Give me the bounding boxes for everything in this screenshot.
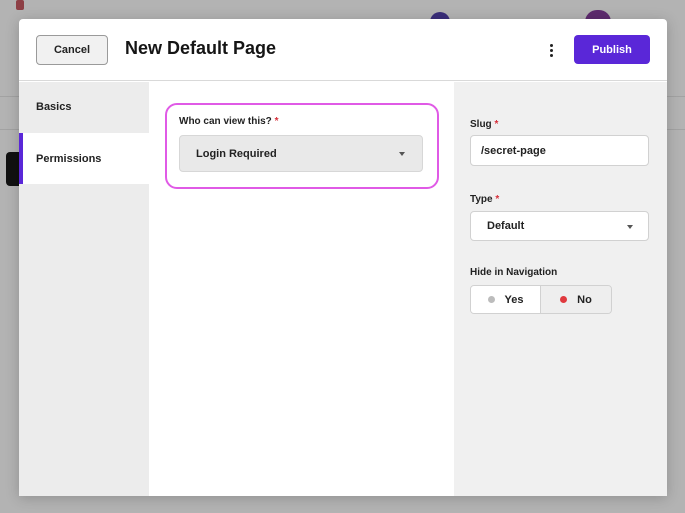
slug-label-text: Slug [470, 119, 492, 130]
no-label: No [577, 293, 592, 306]
hide-navigation-yes[interactable]: Yes [471, 286, 541, 313]
modal-tabs: Basics Permissions [19, 82, 149, 496]
type-label-text: Type [470, 194, 493, 205]
view-permission-value: Login Required [196, 147, 277, 160]
chevron-down-icon [399, 152, 405, 156]
settings-sidebar: Slug * Type * Default Hide in Navigation… [454, 82, 667, 496]
view-permission-label: Who can view this? * [179, 116, 278, 127]
cancel-button[interactable]: Cancel [36, 35, 108, 65]
publish-button[interactable]: Publish [574, 35, 650, 64]
modal-title: New Default Page [125, 38, 277, 58]
radio-dot-icon [560, 296, 568, 303]
new-page-modal: Cancel New Default Page Publish Basics P… [19, 19, 667, 496]
hide-navigation-toggle: Yes No [470, 285, 612, 314]
radio-dot-icon [487, 296, 495, 303]
modal-header: Cancel New Default Page Publish [19, 19, 667, 81]
background-badge [6, 152, 20, 186]
type-select[interactable]: Default [470, 211, 649, 241]
tab-permissions[interactable]: Permissions [19, 133, 149, 184]
yes-label: Yes [504, 293, 524, 306]
hide-navigation-no[interactable]: No [541, 286, 611, 313]
permissions-pane: Who can view this? * Login Required [149, 82, 454, 496]
required-marker: * [494, 119, 499, 130]
more-vertical-icon[interactable] [543, 39, 559, 61]
slug-input[interactable] [470, 135, 649, 166]
slug-label: Slug * [470, 119, 498, 130]
type-label: Type * [470, 194, 499, 205]
tab-basics[interactable]: Basics [19, 82, 149, 132]
background-logo [16, 0, 24, 10]
view-permission-select[interactable]: Login Required [179, 135, 423, 172]
view-permission-label-text: Who can view this? [179, 116, 272, 127]
chevron-down-icon [627, 225, 633, 229]
type-value: Default [487, 220, 525, 232]
hide-navigation-label: Hide in Navigation [470, 267, 558, 278]
required-marker: * [274, 116, 279, 127]
required-marker: * [495, 194, 500, 205]
